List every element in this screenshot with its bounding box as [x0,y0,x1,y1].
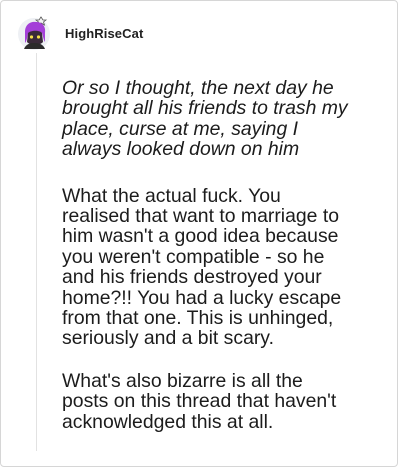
purple-haired-cat-avatar-icon[interactable] [17,15,51,51]
comment-body: Or so I thought, the next day he brought… [62,78,384,432]
quoted-text: Or so I thought, the next day he brought… [62,77,348,161]
comment-paragraph: What's also bizarre is all the posts on … [62,369,337,433]
comment-paragraph: What the actual fuck. You realised that … [62,184,342,350]
comment-card: HighRiseCat Or so I thought, the next da… [0,0,398,467]
thread-line[interactable] [36,53,37,451]
username[interactable]: HighRiseCat [65,26,143,41]
comment-header: HighRiseCat [17,15,143,51]
